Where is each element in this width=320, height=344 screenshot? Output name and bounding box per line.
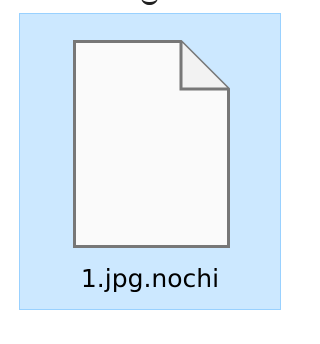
clipped-row-above <box>0 0 299 6</box>
blank-document-icon <box>73 40 230 248</box>
clipped-text-fragment <box>141 0 158 5</box>
file-explorer-view: 1.jpg.nochi <box>0 0 299 344</box>
file-item-selected[interactable]: 1.jpg.nochi <box>19 13 281 310</box>
file-name-label: 1.jpg.nochi <box>80 264 220 293</box>
